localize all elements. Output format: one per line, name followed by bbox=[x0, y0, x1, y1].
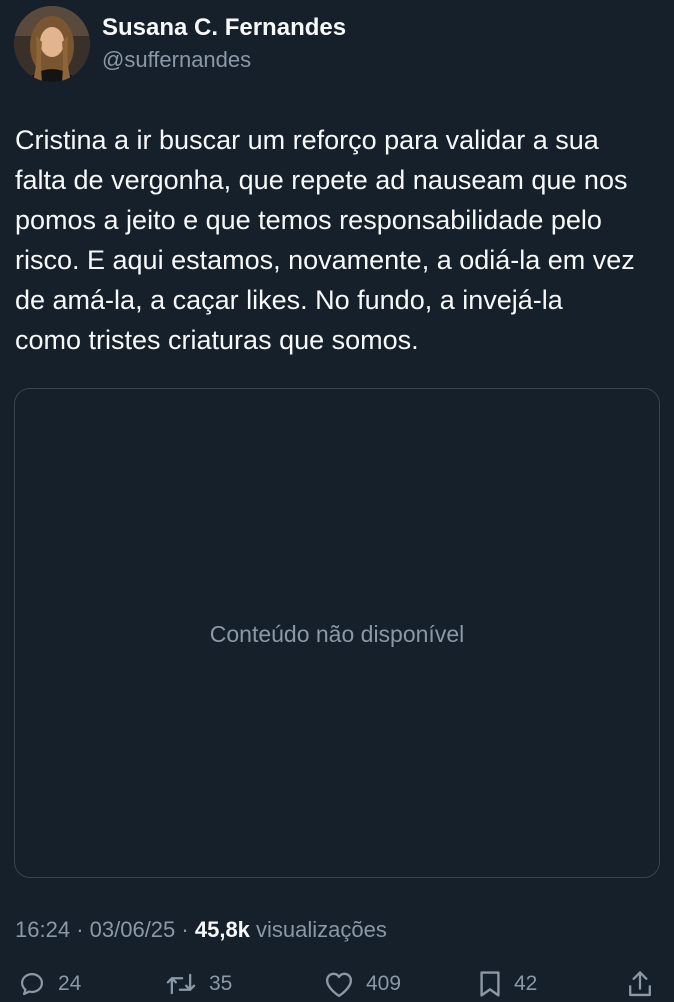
author-handle[interactable]: @suffernandes bbox=[102, 44, 346, 76]
share-button[interactable] bbox=[626, 966, 654, 1002]
avatar[interactable] bbox=[14, 6, 90, 82]
retweet-button[interactable]: 35 bbox=[165, 966, 232, 1002]
tweet-meta: 16:24 · 03/06/25 · 45,8k visualizações bbox=[15, 915, 387, 945]
meta-separator: · bbox=[181, 917, 189, 942]
heart-icon bbox=[325, 972, 353, 998]
author-info: Susana C. Fernandes @suffernandes bbox=[102, 12, 346, 76]
reply-count: 24 bbox=[58, 972, 82, 995]
media-card: Conteúdo não disponível bbox=[14, 388, 660, 878]
author-display-name[interactable]: Susana C. Fernandes bbox=[102, 12, 346, 44]
tweet-time[interactable]: 16:24 bbox=[15, 917, 70, 942]
bookmark-button[interactable]: 42 bbox=[478, 966, 537, 1002]
profile-photo bbox=[14, 6, 90, 82]
tweet-date[interactable]: 03/06/25 bbox=[90, 917, 176, 942]
bookmark-icon bbox=[480, 971, 500, 997]
reply-button[interactable]: 24 bbox=[18, 966, 81, 1002]
reply-icon bbox=[20, 972, 44, 996]
like-button[interactable]: 409 bbox=[324, 966, 401, 1002]
meta-separator: · bbox=[76, 917, 84, 942]
tweet-text: Cristina a ir buscar um reforço para val… bbox=[15, 125, 635, 355]
bookmark-count: 42 bbox=[514, 972, 538, 995]
media-unavailable-text: Conteúdo não disponível bbox=[209, 621, 465, 647]
views-count: 45,8k bbox=[194, 917, 250, 942]
retweet-icon bbox=[166, 973, 196, 995]
like-count: 409 bbox=[366, 972, 402, 995]
views-label: visualizações bbox=[256, 917, 387, 942]
retweet-count: 35 bbox=[209, 972, 233, 995]
share-icon bbox=[629, 971, 651, 997]
